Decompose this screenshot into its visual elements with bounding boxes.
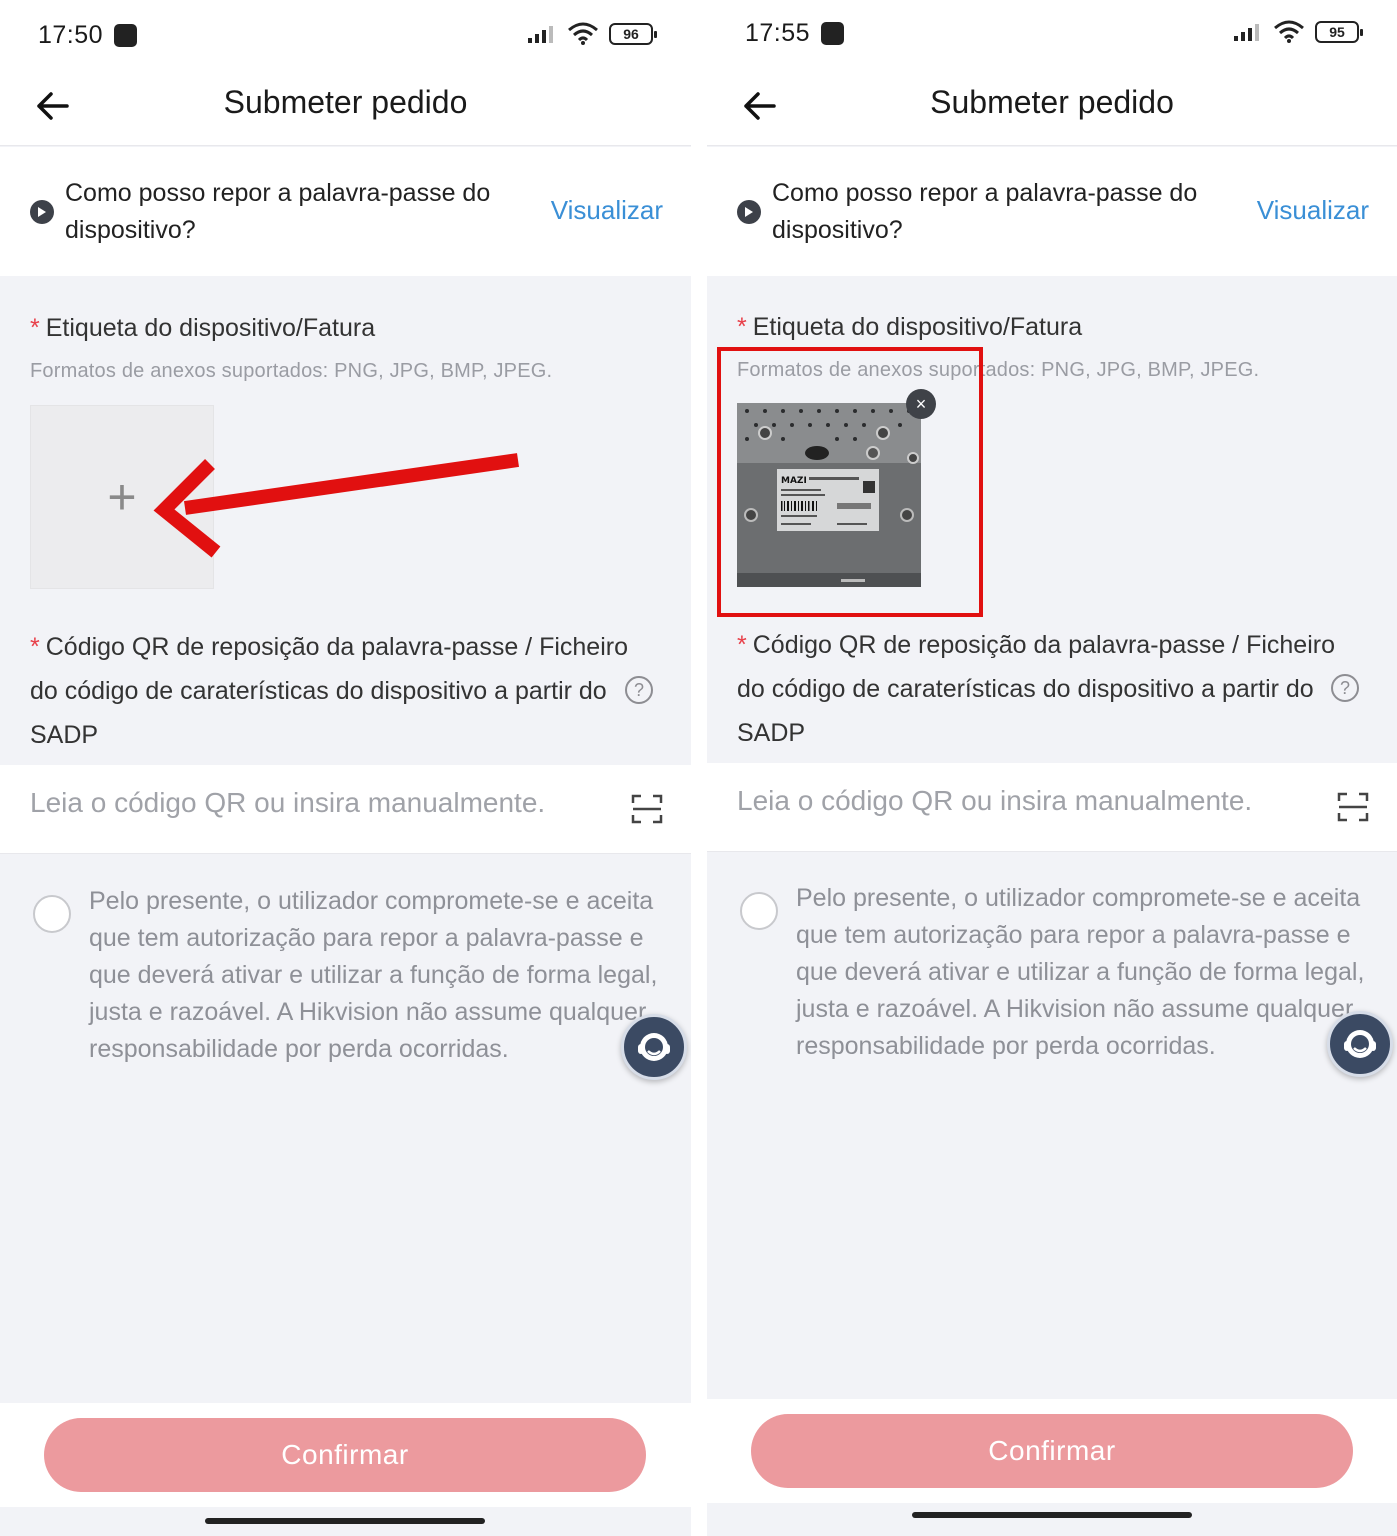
help-icon[interactable]: ? [625,676,653,704]
signal-icon [1234,24,1259,41]
customer-support-button[interactable] [1327,1011,1393,1077]
status-time: 17:55 [745,19,811,47]
agreement-checkbox[interactable] [33,895,71,933]
home-indicator[interactable] [912,1512,1192,1518]
status-bar: 17:55 95 [707,0,1397,70]
agreement-checkbox[interactable] [740,892,778,930]
customer-support-button[interactable] [621,1014,687,1080]
screen-divider [691,0,707,1536]
phone-screen-left: 17:50 96 Submeter pedido Como posso repo… [0,0,691,1536]
agreement-text: Pelo presente, o utilizador compromete-s… [796,884,1365,1060]
help-icon[interactable]: ? [1331,674,1359,702]
battery-icon: 96 [609,23,657,45]
signal-icon [528,26,553,43]
required-star: * [30,633,40,661]
confirm-button[interactable]: Confirmar [751,1414,1353,1488]
faq-row: Como posso repor a palavra-passe do disp… [0,147,691,276]
wifi-icon [568,22,598,45]
agreement-section: Pelo presente, o utilizador compromete-s… [707,852,1397,1400]
wifi-icon [1274,20,1304,43]
qr-label-text: Código QR de reposição da palavra-passe … [30,633,628,749]
device-label-text: Etiqueta do dispositivo/Fatura [752,313,1083,341]
battery-level: 95 [1329,24,1345,40]
phone-screen-right: 17:55 95 Submeter pedido Como posso repo… [707,0,1397,1536]
view-link[interactable]: Visualizar [1257,195,1369,226]
customer-support-icon [1344,1030,1376,1058]
nav-bar: Submeter pedido [0,70,691,146]
annotation-arrow [153,453,519,558]
status-indicators: 95 [1233,20,1363,44]
status-indicators: 96 [527,22,657,46]
device-label-heading: * Etiqueta do dispositivo/Fatura [30,306,375,350]
plus-icon: + [107,469,137,525]
play-icon [30,200,54,224]
play-icon [737,200,761,224]
app-notification-icon [114,24,137,47]
battery-level: 96 [623,26,639,42]
faq-question: Como posso repor a palavra-passe do disp… [65,179,491,244]
nav-bar: Submeter pedido [707,70,1397,146]
qr-code-input[interactable] [737,785,1317,817]
device-label-text: Etiqueta do dispositivo/Fatura [45,314,376,342]
qr-input-row [0,765,691,854]
qr-code-input[interactable] [30,787,610,819]
footer: Confirmar [707,1399,1397,1503]
qr-label: * Código QR de reposição da palavra-passe… [30,625,630,757]
required-star: * [737,313,747,341]
page-title: Submeter pedido [223,84,468,120]
footer: Confirmar [0,1403,691,1507]
required-star: * [737,631,747,659]
battery-icon: 95 [1315,21,1363,43]
customer-support-icon [638,1033,670,1061]
faq-question: Como posso repor a palavra-passe do disp… [772,179,1198,244]
qr-label: * Código QR de reposição da palavra-passe… [737,623,1337,755]
page-title: Submeter pedido [930,84,1174,120]
annotation-highlight-box [717,347,983,617]
agreement-section: Pelo presente, o utilizador compromete-s… [0,855,691,1403]
status-time: 17:50 [38,21,104,49]
app-notification-icon [821,22,844,45]
scan-icon[interactable] [1337,791,1369,823]
formats-hint: Formatos de anexos suportados: PNG, JPG,… [30,360,553,382]
view-link[interactable]: Visualizar [551,195,663,226]
scan-icon[interactable] [631,793,663,825]
confirm-button[interactable]: Confirmar [44,1418,646,1492]
device-label-heading: * Etiqueta do dispositivo/Fatura [737,305,1082,349]
faq-row: Como posso repor a palavra-passe do disp… [707,147,1397,276]
qr-input-row [707,763,1397,852]
home-indicator[interactable] [205,1518,485,1524]
status-bar: 17:50 96 [0,0,691,70]
agreement-text: Pelo presente, o utilizador compromete-s… [89,887,658,1063]
required-star: * [30,314,40,342]
qr-label-text: Código QR de reposição da palavra-passe … [737,631,1335,747]
